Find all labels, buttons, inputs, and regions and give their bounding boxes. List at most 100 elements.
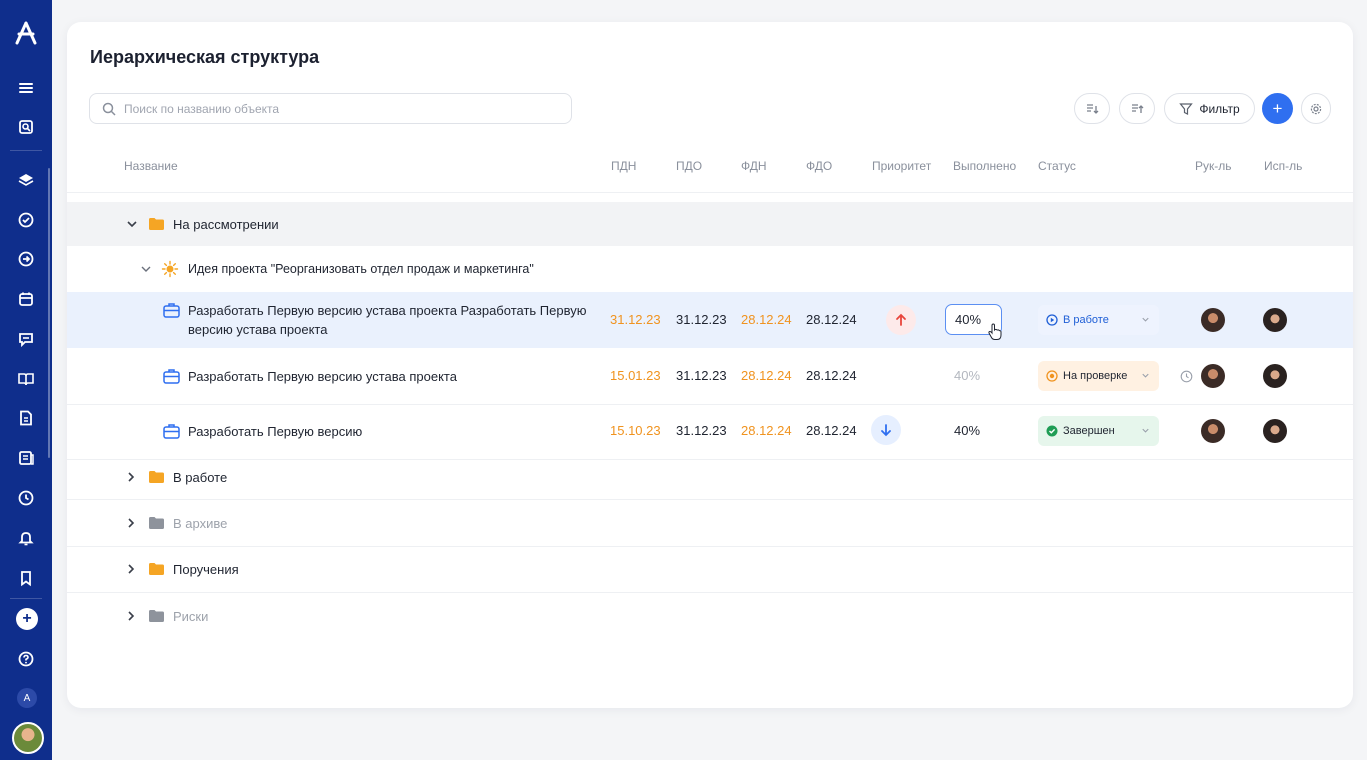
folder-icon [149,218,164,230]
folder-icon [149,471,164,483]
clock-icon[interactable] [14,486,38,510]
task-row[interactable]: Разработать Первую версию устава проекта… [67,292,1353,348]
check-circle-icon[interactable] [14,208,38,232]
workspace-logo[interactable]: A [17,688,37,708]
task-fdn: 28.12.24 [741,368,792,383]
task-name[interactable]: Разработать Первую версию устава проекта [188,367,598,386]
status-dropdown[interactable]: В работе [1038,305,1159,335]
app-logo[interactable] [13,20,39,46]
col-header-priority[interactable]: Приоритет [872,159,931,173]
chat-icon[interactable] [14,327,38,351]
task-pdo: 31.12.23 [676,423,727,438]
sort-asc-icon [1132,103,1144,113]
col-header-pdn[interactable]: ПДН [611,159,636,173]
task-row[interactable]: Разработать Первую версию устава проекта… [67,348,1353,404]
chevron-down-icon [1142,317,1149,322]
project-title[interactable]: Идея проекта "Реорганизовать отдел прода… [188,262,534,276]
done-percent[interactable]: 40% [954,368,980,383]
task-name[interactable]: Разработать Первую версию [188,422,598,441]
filter-button[interactable]: Фильтр [1164,93,1255,124]
chevron-right-icon[interactable] [125,610,137,622]
arrow-circle-icon[interactable] [14,247,38,271]
group-row-risks[interactable]: Риски [67,593,1353,637]
plus-icon[interactable]: + [16,608,38,630]
search-box[interactable] [89,93,572,124]
task-pdo: 31.12.23 [676,368,727,383]
project-row[interactable]: Идея проекта "Реорганизовать отдел прода… [67,248,1353,292]
record-circle-icon [1046,370,1058,382]
manager-avatar[interactable] [1201,364,1225,388]
done-percent[interactable]: 40% [954,423,980,438]
task-fdn: 28.12.24 [741,423,792,438]
bookmark-icon[interactable] [14,566,38,590]
chevron-down-icon[interactable] [126,218,138,230]
document-icon[interactable] [14,406,38,430]
status-dropdown[interactable]: На проверке [1038,361,1159,391]
group-label-risks: Риски [173,609,209,624]
gear-icon [1310,103,1322,114]
col-header-executor[interactable]: Исп-ль [1264,159,1302,173]
sidebar-divider [10,598,42,599]
col-header-status[interactable]: Статус [1038,159,1076,173]
col-header-fdo[interactable]: ФДО [806,159,832,173]
chevron-right-icon[interactable] [125,471,137,483]
settings-button[interactable] [1301,93,1331,124]
bell-icon[interactable] [14,526,38,550]
layers-icon[interactable] [14,168,38,192]
help-icon[interactable] [14,647,38,671]
manager-avatar[interactable] [1201,419,1225,443]
search-doc-icon[interactable] [14,115,38,139]
search-input[interactable] [124,101,544,116]
task-name[interactable]: Разработать Первую версию устава проекта… [188,301,598,339]
group-row-review[interactable]: На рассмотрении [67,202,1353,246]
chevron-down-icon[interactable] [140,263,152,275]
sort-desc-button[interactable] [1074,93,1110,124]
news-icon[interactable] [14,446,38,470]
chevron-down-icon [1142,428,1149,433]
col-header-pdo[interactable]: ПДО [676,159,702,173]
task-pdn: 31.12.23 [610,312,661,327]
briefcase-icon [163,424,180,439]
sidebar: + A [0,0,52,760]
task-pdn: 15.10.23 [610,423,661,438]
main-card: Иерархическая структура Фильтр + Названи… [67,22,1353,708]
group-row-archive[interactable]: В архиве [67,500,1353,544]
add-button[interactable]: + [1262,93,1293,124]
executor-avatar[interactable] [1263,308,1287,332]
task-row[interactable]: Разработать Первую версию 15.10.23 31.12… [67,405,1353,459]
chevron-right-icon[interactable] [125,517,137,529]
priority-low-badge[interactable] [871,415,901,445]
manager-avatar[interactable] [1201,308,1225,332]
group-label-archive: В архиве [173,516,228,531]
hand-cursor-icon [988,323,1002,340]
folder-icon [149,610,164,622]
col-header-name[interactable]: Название [124,159,178,173]
filter-icon [1179,102,1194,115]
priority-high-badge[interactable] [886,305,916,335]
task-pdn: 15.01.23 [610,368,661,383]
chevron-right-icon[interactable] [125,563,137,575]
sidebar-scrollbar[interactable] [48,168,50,458]
task-pdo: 31.12.23 [676,312,727,327]
executor-avatar[interactable] [1263,364,1287,388]
group-row-in-work[interactable]: В работе [67,460,1353,504]
clock-icon[interactable] [1180,370,1193,383]
folder-icon [149,517,164,529]
search-icon [102,102,116,116]
group-label-review: На рассмотрении [173,217,279,232]
col-header-manager[interactable]: Рук-ль [1195,159,1232,173]
book-icon[interactable] [14,367,38,391]
menu-icon[interactable] [14,76,38,100]
arrow-up-icon [896,313,906,326]
header-divider [67,192,1353,193]
play-circle-icon [1046,314,1058,326]
filter-button-label: Фильтр [1199,101,1240,116]
sort-asc-button[interactable] [1119,93,1155,124]
calendar-icon[interactable] [14,287,38,311]
group-row-orders[interactable]: Поручения [67,547,1353,591]
user-avatar[interactable] [12,722,44,754]
col-header-done[interactable]: Выполнено [953,159,1016,173]
col-header-fdn[interactable]: ФДН [741,159,767,173]
status-dropdown[interactable]: Завершен [1038,416,1159,446]
executor-avatar[interactable] [1263,419,1287,443]
